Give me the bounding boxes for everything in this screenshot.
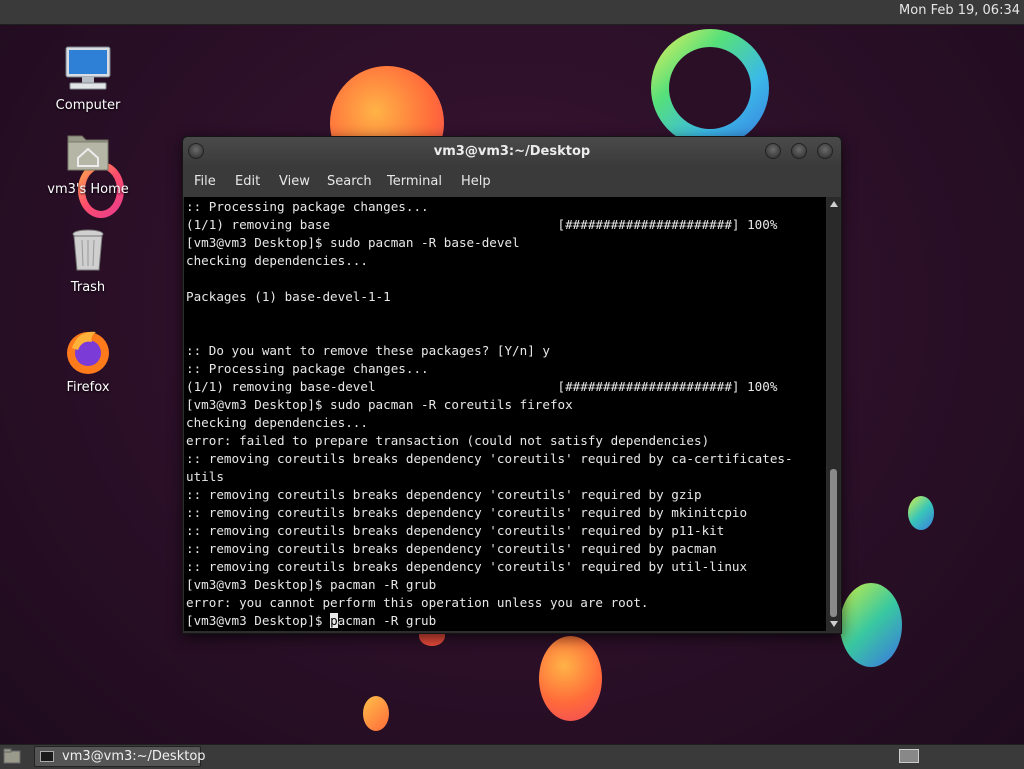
terminal-window[interactable]: vm3@vm3:~/Desktop File Edit View Search … bbox=[182, 136, 842, 634]
desktop-icon-computer[interactable]: Computer bbox=[38, 44, 138, 113]
terminal-input[interactable]: acman -R grub bbox=[338, 613, 437, 628]
terminal-text: :: Processing package changes... (1/1) r… bbox=[184, 197, 826, 631]
terminal-line: checking dependencies... bbox=[186, 415, 368, 430]
terminal-icon bbox=[40, 751, 54, 762]
terminal-line: :: Do you want to remove these packages?… bbox=[186, 343, 550, 358]
menu-search[interactable]: Search bbox=[327, 174, 372, 189]
wallpaper-blob-orange bbox=[539, 636, 602, 721]
wallpaper-blob-blue bbox=[840, 583, 902, 667]
terminal-line: :: removing coreutils breaks dependency … bbox=[186, 559, 748, 574]
home-folder-icon bbox=[62, 128, 114, 180]
terminal-line: [vm3@vm3 Desktop]$ sudo pacman -R coreut… bbox=[186, 397, 573, 412]
maximize-button[interactable] bbox=[791, 143, 807, 159]
terminal-line: Packages (1) base-devel-1-1 bbox=[186, 289, 391, 304]
scrollbar-thumb[interactable] bbox=[830, 469, 837, 617]
terminal-line: :: removing coreutils breaks dependency … bbox=[186, 451, 793, 466]
wallpaper-ring-large bbox=[651, 29, 769, 147]
terminal-line: :: Processing package changes... bbox=[186, 361, 429, 376]
taskbar-item-label: vm3@vm3:~/Desktop bbox=[62, 749, 206, 764]
terminal-scrollbar[interactable] bbox=[827, 197, 840, 631]
scroll-up-arrow-icon[interactable] bbox=[830, 201, 838, 207]
terminal-line: utils bbox=[186, 469, 224, 484]
menu-terminal[interactable]: Terminal bbox=[387, 174, 442, 189]
terminal-line: [vm3@vm3 Desktop]$ sudo pacman -R base-d… bbox=[186, 235, 520, 250]
terminal-line: :: removing coreutils breaks dependency … bbox=[186, 523, 725, 538]
terminal-line: (1/1) removing base-devel [#############… bbox=[186, 379, 778, 394]
terminal-prompt: [vm3@vm3 Desktop]$ bbox=[186, 613, 331, 628]
terminal-line: :: removing coreutils breaks dependency … bbox=[186, 505, 748, 520]
taskbar: vm3@vm3:~/Desktop bbox=[0, 744, 1024, 769]
terminal-line: [vm3@vm3 Desktop]$ pacman -R grub bbox=[186, 577, 437, 592]
desktop-icon-label: vm3's Home bbox=[47, 182, 129, 197]
window-title: vm3@vm3:~/Desktop bbox=[433, 144, 591, 159]
menu-file[interactable]: File bbox=[194, 174, 216, 189]
desktop-icon-firefox[interactable]: Firefox bbox=[38, 326, 138, 395]
top-panel: Mon Feb 19, 06:34 bbox=[0, 0, 1024, 25]
window-titlebar[interactable]: vm3@vm3:~/Desktop bbox=[183, 137, 841, 167]
terminal-line: :: removing coreutils breaks dependency … bbox=[186, 487, 702, 502]
menu-help[interactable]: Help bbox=[461, 174, 491, 189]
wallpaper-blob-small-blue bbox=[908, 496, 934, 530]
desktop-icon-label: Computer bbox=[55, 98, 121, 113]
menu-bar: File Edit View Search Terminal Help bbox=[183, 167, 841, 197]
terminal-line: error: failed to prepare transaction (co… bbox=[186, 433, 710, 448]
terminal-line: :: removing coreutils breaks dependency … bbox=[186, 541, 717, 556]
taskbar-item-terminal[interactable]: vm3@vm3:~/Desktop bbox=[34, 746, 206, 767]
terminal-line: :: Processing package changes... bbox=[186, 199, 429, 214]
workspace-switcher[interactable] bbox=[899, 749, 919, 763]
terminal-line: checking dependencies... bbox=[186, 253, 368, 268]
menu-edit[interactable]: Edit bbox=[235, 174, 260, 189]
terminal-history: :: Processing package changes... (1/1) r… bbox=[186, 199, 793, 610]
terminal-output[interactable]: :: Processing package changes... (1/1) r… bbox=[184, 197, 826, 631]
terminal-cursor: p bbox=[330, 613, 338, 628]
clock[interactable]: Mon Feb 19, 06:34 bbox=[899, 3, 1020, 18]
terminal-line: (1/1) removing base [###################… bbox=[186, 217, 778, 232]
desktop-icon-label: Trash bbox=[70, 280, 106, 295]
desktop-icon-label: Firefox bbox=[66, 380, 110, 395]
desktop-icon-trash[interactable]: Trash bbox=[38, 226, 138, 295]
show-desktop-icon[interactable] bbox=[3, 748, 21, 765]
minimize-button[interactable] bbox=[765, 143, 781, 159]
firefox-icon bbox=[62, 326, 114, 378]
menu-view[interactable]: View bbox=[279, 174, 310, 189]
desktop-icon-home[interactable]: vm3's Home bbox=[38, 128, 138, 197]
computer-icon bbox=[62, 44, 114, 96]
wallpaper-blob-orange-small bbox=[363, 696, 389, 731]
scroll-down-arrow-icon[interactable] bbox=[830, 621, 838, 627]
terminal-line: error: you cannot perform this operation… bbox=[186, 595, 649, 610]
trash-icon bbox=[62, 226, 114, 278]
close-button[interactable] bbox=[817, 143, 833, 159]
